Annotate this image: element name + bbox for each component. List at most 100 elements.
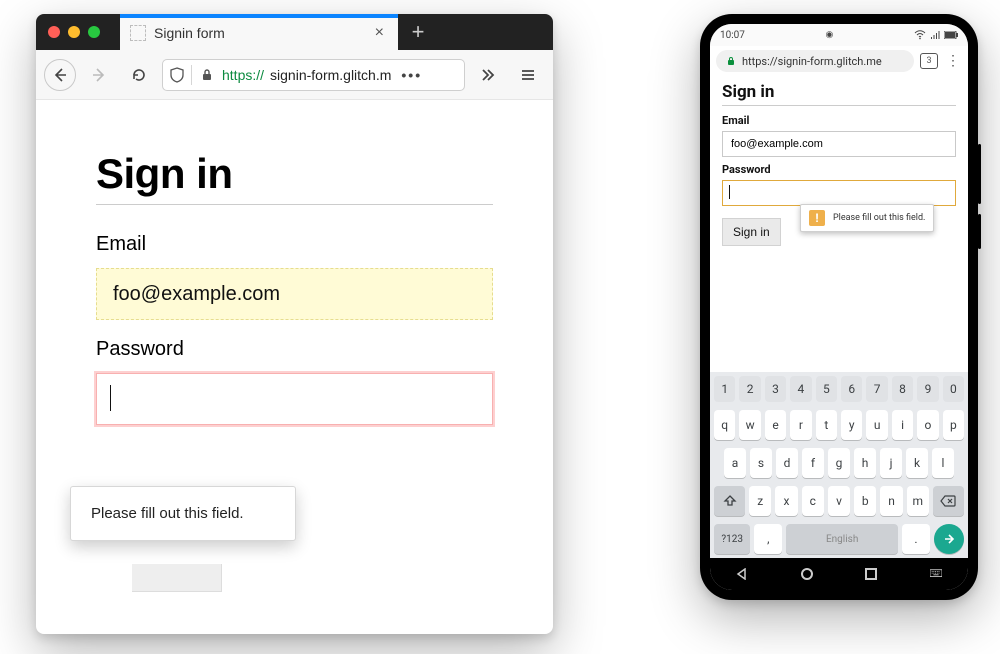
lock-icon — [198, 68, 216, 82]
tab-title: Signin form — [154, 25, 371, 41]
email-label: Email — [96, 233, 493, 256]
key-6[interactable]: 6 — [841, 376, 862, 402]
key-a[interactable]: a — [724, 448, 746, 478]
home-nav-icon[interactable] — [801, 568, 813, 580]
favicon-icon — [130, 25, 146, 41]
key-l[interactable]: l — [932, 448, 954, 478]
url-text: signin-form.glitch.m — [270, 67, 391, 83]
key-p[interactable]: p — [943, 410, 964, 440]
key-d[interactable]: d — [776, 448, 798, 478]
more-menu-icon[interactable]: ⋮ — [944, 53, 962, 69]
backspace-key[interactable] — [933, 486, 964, 516]
keyboard-row-2: asdfghjkl — [710, 444, 968, 482]
key-5[interactable]: 5 — [816, 376, 837, 402]
key-9[interactable]: 9 — [917, 376, 938, 402]
page-title: Sign in — [722, 82, 956, 102]
status-extra-icon: ◉ — [826, 30, 834, 40]
password-field[interactable] — [96, 373, 493, 425]
signin-button[interactable]: Sign in — [722, 218, 781, 246]
key-g[interactable]: g — [828, 448, 850, 478]
reload-button[interactable] — [122, 58, 156, 92]
mobile-url-text: https://signin-form.glitch.me — [742, 55, 882, 68]
tracking-protection-icon[interactable] — [169, 67, 185, 83]
key-m[interactable]: m — [907, 486, 929, 516]
key-k[interactable]: k — [906, 448, 928, 478]
key-8[interactable]: 8 — [892, 376, 913, 402]
new-tab-button[interactable]: + — [398, 14, 438, 50]
back-nav-icon[interactable] — [736, 568, 748, 580]
key-q[interactable]: q — [714, 410, 735, 440]
key-n[interactable]: n — [880, 486, 902, 516]
overflow-button[interactable] — [471, 58, 505, 92]
keyboard-number-row: 1234567890 — [710, 372, 968, 406]
password-field[interactable] — [722, 180, 956, 206]
key-b[interactable]: b — [854, 486, 876, 516]
key-s[interactable]: s — [750, 448, 772, 478]
key-t[interactable]: t — [816, 410, 837, 440]
key-e[interactable]: e — [765, 410, 786, 440]
validation-tooltip: Please fill out this field. — [70, 486, 296, 541]
email-field[interactable] — [96, 268, 493, 320]
space-key[interactable]: English — [786, 524, 898, 554]
window-titlebar: Signin form × + — [36, 14, 553, 50]
password-label: Password — [722, 163, 956, 176]
key-z[interactable]: z — [749, 486, 771, 516]
key-v[interactable]: v — [828, 486, 850, 516]
symbols-key[interactable]: ?123 — [714, 524, 750, 554]
keyboard-row-3: zxcvbnm — [710, 482, 968, 520]
separator — [191, 65, 192, 85]
close-tab-icon[interactable]: × — [371, 22, 388, 44]
url-scheme: https:// — [222, 67, 264, 83]
mobile-omnibox-row: https://signin-form.glitch.me 3 ⋮ — [710, 46, 968, 76]
key-y[interactable]: y — [841, 410, 862, 440]
key-2[interactable]: 2 — [739, 376, 760, 402]
text-caret — [110, 385, 111, 411]
address-bar[interactable]: https:// signin-form.glitch.m ••• — [162, 59, 465, 91]
maximize-icon[interactable] — [88, 26, 100, 38]
phone-screen: 10:07 ◉ https://signin-form.glitch.me — [710, 24, 968, 590]
chevron-double-right-icon — [479, 66, 497, 84]
mobile-page-content: Sign in Email Password Sign in ! Please … — [710, 76, 968, 372]
page-actions-icon[interactable]: ••• — [397, 67, 426, 83]
key-3[interactable]: 3 — [765, 376, 786, 402]
key-i[interactable]: i — [892, 410, 913, 440]
keyboard-bottom-row: ?123 , English . — [710, 520, 968, 558]
status-bar: 10:07 ◉ — [710, 24, 968, 46]
key-4[interactable]: 4 — [790, 376, 811, 402]
status-time: 10:07 — [720, 30, 745, 41]
shift-key[interactable] — [714, 486, 745, 516]
key-o[interactable]: o — [917, 410, 938, 440]
minimize-icon[interactable] — [68, 26, 80, 38]
android-nav-bar — [710, 558, 968, 590]
mobile-address-bar[interactable]: https://signin-form.glitch.me — [716, 50, 914, 72]
text-caret — [729, 185, 730, 199]
enter-key[interactable] — [934, 524, 964, 554]
recents-nav-icon[interactable] — [865, 568, 877, 580]
key-r[interactable]: r — [790, 410, 811, 440]
browser-tab[interactable]: Signin form × — [120, 14, 398, 50]
key-w[interactable]: w — [739, 410, 760, 440]
validation-tooltip: ! Please fill out this field. — [800, 204, 934, 232]
key-j[interactable]: j — [880, 448, 902, 478]
tab-count-button[interactable]: 3 — [920, 53, 938, 69]
email-field[interactable] — [722, 131, 956, 157]
forward-button[interactable] — [82, 58, 116, 92]
signin-button-obscured[interactable] — [132, 564, 222, 592]
key-7[interactable]: 7 — [866, 376, 887, 402]
key-f[interactable]: f — [802, 448, 824, 478]
key-0[interactable]: 0 — [943, 376, 964, 402]
arrow-right-icon — [942, 532, 956, 546]
key-u[interactable]: u — [866, 410, 887, 440]
keyboard-toggle-icon[interactable] — [930, 568, 942, 580]
key-c[interactable]: c — [802, 486, 824, 516]
period-key[interactable]: . — [902, 524, 930, 554]
comma-key[interactable]: , — [754, 524, 782, 554]
window-controls — [36, 14, 120, 50]
back-button[interactable] — [44, 59, 76, 91]
key-1[interactable]: 1 — [714, 376, 735, 402]
shift-icon — [723, 494, 737, 508]
key-x[interactable]: x — [775, 486, 797, 516]
close-icon[interactable] — [48, 26, 60, 38]
key-h[interactable]: h — [854, 448, 876, 478]
menu-button[interactable] — [511, 58, 545, 92]
